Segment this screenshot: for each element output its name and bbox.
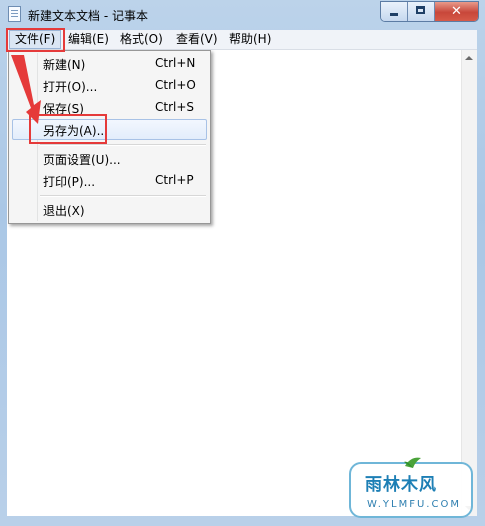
leaf-icon [404, 457, 421, 468]
annotation-arrow-icon [11, 55, 41, 124]
notepad-window: 新建文本文档 - 记事本 ✕ 文件(F) 编辑(E) 格式(O) 查看(V) 帮… [0, 0, 485, 526]
watermark-title: 雨林木风 [365, 475, 437, 495]
watermark-url: W.YLMFU.COM [367, 499, 461, 510]
watermark-logo: 雨林木风 W.YLMFU.COM [349, 457, 473, 518]
